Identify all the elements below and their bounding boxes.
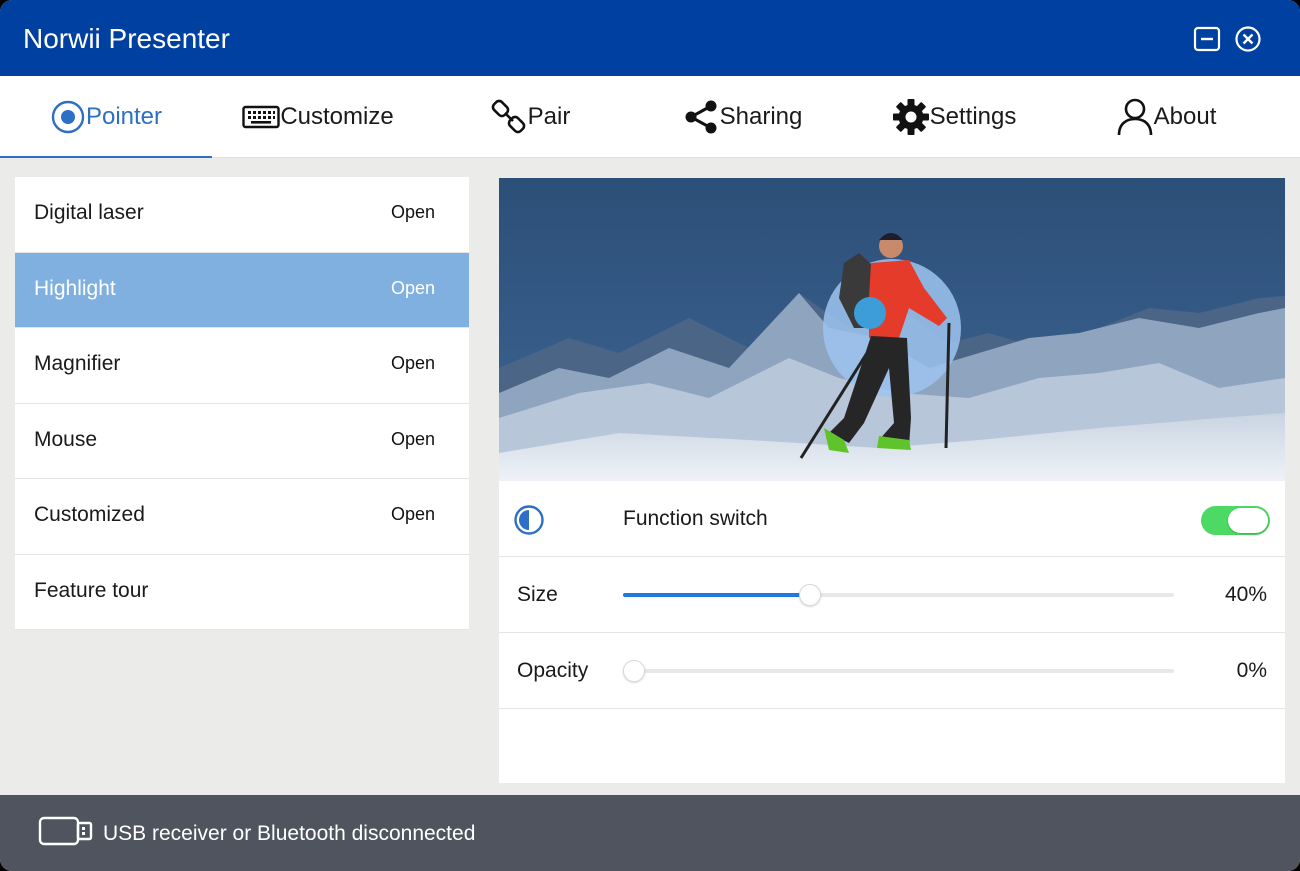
opacity-label: Opacity [517, 659, 589, 682]
list-item-label: Mouse [34, 427, 98, 451]
tab-pointer[interactable]: Pointer [0, 76, 212, 158]
function-switch-toggle[interactable] [1201, 506, 1270, 535]
highlight-settings-panel: Function switch Size 40% Opacity 0% [499, 178, 1285, 783]
size-label: Size [517, 583, 558, 606]
minimize-icon [1193, 26, 1221, 52]
pointer-mode-list: Digital laser Open Highlight Open Magnif… [15, 177, 469, 630]
open-button[interactable]: Open [391, 479, 435, 554]
slider-thumb[interactable] [799, 584, 822, 606]
connection-status-text: USB receiver or Bluetooth disconnected [103, 822, 476, 845]
share-icon [682, 97, 720, 137]
link-icon [490, 97, 528, 137]
slider-fill [623, 593, 811, 597]
highlight-preview-image [499, 178, 1285, 481]
keyboard-icon [242, 97, 281, 137]
tab-settings[interactable]: Settings [848, 76, 1060, 158]
open-button[interactable]: Open [391, 328, 435, 403]
opacity-slider[interactable] [623, 660, 1174, 682]
minimize-button[interactable] [1193, 25, 1221, 53]
size-row: Size 40% [499, 557, 1285, 633]
open-button[interactable]: Open [391, 177, 435, 252]
toggle-knob [1228, 508, 1268, 533]
tab-label: About [1153, 103, 1217, 130]
tab-label: Pointer [85, 103, 163, 130]
tab-label: Customize [280, 103, 394, 130]
app-window: Norwii Presenter Pointer Customize Pair … [0, 0, 1300, 871]
function-switch-label: Function switch [623, 507, 768, 530]
list-item-mouse[interactable]: Mouse Open [15, 403, 469, 479]
size-slider[interactable] [623, 584, 1174, 606]
tab-about[interactable]: About [1060, 76, 1272, 158]
user-icon [1116, 97, 1154, 137]
contrast-icon [514, 505, 544, 535]
opacity-row: Opacity 0% [499, 633, 1285, 709]
list-item-label: Feature tour [34, 578, 149, 602]
list-item-label: Highlight [34, 276, 116, 300]
usb-icon [38, 816, 93, 846]
close-button[interactable] [1234, 25, 1262, 53]
size-value: 40% [1224, 583, 1267, 606]
gear-icon [892, 97, 930, 137]
tab-label: Pair [527, 103, 571, 130]
title-bar: Norwii Presenter [0, 0, 1300, 76]
tab-bar: Pointer Customize Pair Sharing Settings … [0, 76, 1300, 158]
slider-thumb[interactable] [623, 660, 645, 682]
list-item-highlight[interactable]: Highlight Open [15, 252, 469, 328]
list-item-feature-tour[interactable]: Feature tour [15, 554, 469, 630]
tab-pair[interactable]: Pair [424, 76, 636, 158]
list-item-label: Digital laser [34, 201, 144, 224]
slider-track [623, 669, 1174, 673]
status-bar: USB receiver or Bluetooth disconnected [0, 795, 1300, 871]
close-icon [1235, 26, 1261, 52]
function-switch-row: Function switch [499, 481, 1285, 557]
opacity-value: 0% [1236, 659, 1267, 682]
open-button[interactable]: Open [391, 253, 435, 328]
tab-sharing[interactable]: Sharing [636, 76, 848, 158]
app-title: Norwii Presenter [23, 23, 230, 54]
tab-label: Sharing [719, 103, 803, 130]
open-button[interactable]: Open [391, 404, 435, 479]
list-item-magnifier[interactable]: Magnifier Open [15, 328, 469, 404]
radio-target-icon [50, 97, 86, 137]
list-item-customized[interactable]: Customized Open [15, 479, 469, 555]
list-item-digital-laser[interactable]: Digital laser Open [15, 177, 469, 253]
list-item-label: Magnifier [34, 352, 121, 375]
list-item-label: Customized [34, 503, 145, 526]
tab-label: Settings [929, 103, 1017, 130]
tab-customize[interactable]: Customize [212, 76, 424, 158]
